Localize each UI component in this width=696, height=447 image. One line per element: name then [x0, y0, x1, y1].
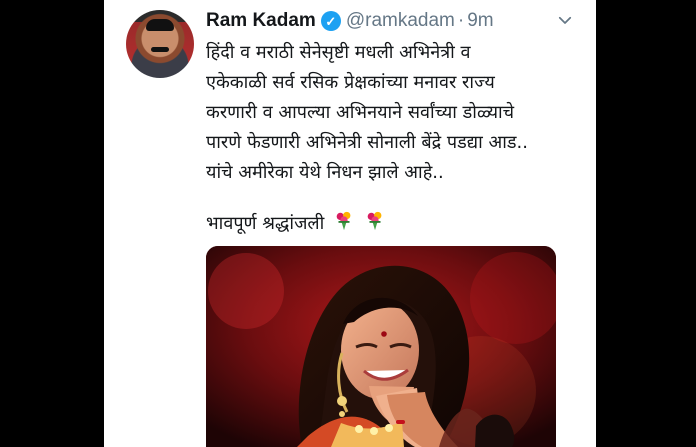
tweet-line: यांचे अमीरेका येथे निधन झाले आहे.. — [206, 162, 444, 183]
tweet-time[interactable]: 9m — [467, 10, 493, 32]
chevron-down-icon[interactable] — [556, 11, 574, 29]
tweet-line: पारणे फेडणारी अभिनेत्री सोनाली बेंद्रे प… — [206, 132, 528, 153]
screenshot-frame: Ram Kadam ✓ @ramkadam · 9m हिंदी व मराठी… — [0, 0, 696, 447]
tweet-card[interactable]: Ram Kadam ✓ @ramkadam · 9m हिंदी व मराठी… — [104, 0, 596, 447]
photo-illustration — [206, 246, 556, 447]
tribute-text: भावपूर्ण श्रद्धांजली — [206, 213, 325, 234]
bouquet-icon — [367, 211, 382, 231]
tweet-line: एकेकाळी सर्व रसिक प्रेक्षकांच्या मनावर र… — [206, 72, 495, 93]
author-name[interactable]: Ram Kadam — [206, 10, 316, 32]
tweet-line-tribute: भावपूर्ण श्रद्धांजली — [206, 209, 568, 239]
meta-separator: · — [457, 10, 465, 31]
tweet-line: हिंदी व मराठी सेनेसृष्टी मधली अभिनेत्री … — [206, 42, 471, 63]
tweet-photo[interactable] — [206, 246, 556, 447]
tweet-header: Ram Kadam ✓ @ramkadam · 9m — [206, 8, 494, 34]
avatar[interactable] — [126, 10, 194, 78]
tweet-line: करणारी व आपल्या अभिनयाने सर्वांच्या डोळ्… — [206, 102, 515, 123]
author-handle[interactable]: @ramkadam — [346, 10, 455, 32]
bouquet-icon — [336, 211, 351, 231]
tweet-text: हिंदी व मराठी सेनेसृष्टी मधली अभिनेत्री … — [206, 38, 568, 239]
verified-badge-icon: ✓ — [320, 11, 341, 31]
